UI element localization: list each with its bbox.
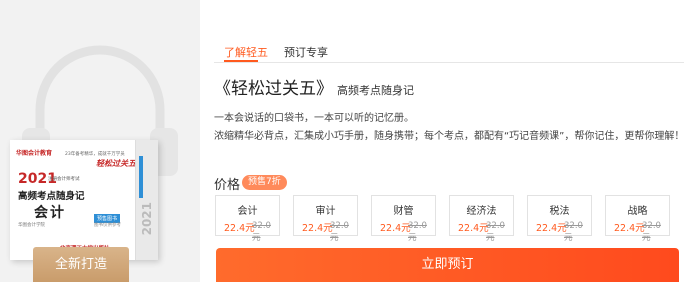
subject-name: 会计 [237,206,258,217]
subject-name: 税法 [549,206,570,217]
subject-option-strategy[interactable]: 战略 22.4元 32.0元 [605,195,670,243]
subject-price: 22.4元 [536,223,567,234]
subject-name: 财管 [393,206,414,217]
subject-option-economic-law[interactable]: 经济法 22.4元 32.0元 [449,195,514,243]
product-image-panel: 华图会计教育 23年备考精华，成就千万学员 轻松过关五 2021 注册会计师考试… [0,0,200,282]
presale-tag-sub: 图书仅供参考 [94,223,121,228]
subject-name: 经济法 [466,206,497,217]
discount-badge: 预售7折 [242,175,287,190]
spine-stripe [139,156,143,198]
product-desc-1: 一本会说话的口袋书，一本可以听的记忆册。 [214,113,414,124]
subject-option-finance[interactable]: 财管 22.4元 32.0元 [371,195,436,243]
preorder-now-button[interactable]: 立即预订 [216,248,679,282]
tab-preorder[interactable]: 预订专享 [284,44,328,60]
subject-original-price: 32.0元 [564,221,583,243]
product-subtitle: 高频考点随身记 [337,84,414,97]
subject-option-audit[interactable]: 审计 22.4元 32.0元 [293,195,358,243]
tab-intro[interactable]: 了解轻五 [224,44,268,60]
subject-option-tax-law[interactable]: 税法 22.4元 32.0元 [527,195,592,243]
book-title-line2: 会计 [34,205,66,221]
spine-year: 2021 [140,202,154,236]
book-cover: 华图会计教育 23年备考精华，成就千万学员 轻松过关五 2021 注册会计师考试… [10,140,158,260]
subject-original-price: 32.0元 [252,221,271,243]
product-detail-panel: 了解轻五 预订专享 《轻松过关五》 高频考点随身记 一本会说话的口袋书，一本可以听… [200,0,700,282]
subject-original-price: 32.0元 [330,221,349,243]
subject-name: 审计 [315,206,336,217]
publisher-logo: 华图会计教育 [16,150,53,157]
book-title-line1: 高频考点随身记 [18,191,85,202]
subject-price: 22.4元 [614,223,645,234]
subject-price: 22.4元 [302,223,333,234]
book-calligraphy: 轻松过关五 [96,159,136,168]
book-publisher: 华图会计学院 [18,223,45,228]
product-title-main: 《轻松过关五》 [214,79,333,99]
subject-price: 22.4元 [458,223,489,234]
book-exam: 注册会计师考试 [48,177,80,182]
active-tab-indicator [224,60,258,62]
subject-original-price: 32.0元 [486,221,505,243]
innovation-button[interactable]: 全新打造 [33,247,129,282]
product-title: 《轻松过关五》 高频考点随身记 [214,74,414,99]
subject-original-price: 32.0元 [642,221,661,243]
subject-name: 战略 [627,206,648,217]
book-spine: 2021 [135,140,158,260]
subject-original-price: 32.0元 [408,221,427,243]
subject-option-accounting[interactable]: 会计 22.4元 32.0元 [215,195,280,243]
subject-price: 22.4元 [224,223,255,234]
product-desc-2: 浓缩精华必背点，汇集成小巧手册，随身携带；每个考点，都配有“巧记音频课”，帮你记… [214,131,685,142]
subject-price: 22.4元 [380,223,411,234]
tab-bar: 了解轻五 预订专享 [214,38,684,63]
book-slogan: 23年备考精华，成就千万学员 [65,152,125,157]
price-label: 价格 [214,178,241,193]
